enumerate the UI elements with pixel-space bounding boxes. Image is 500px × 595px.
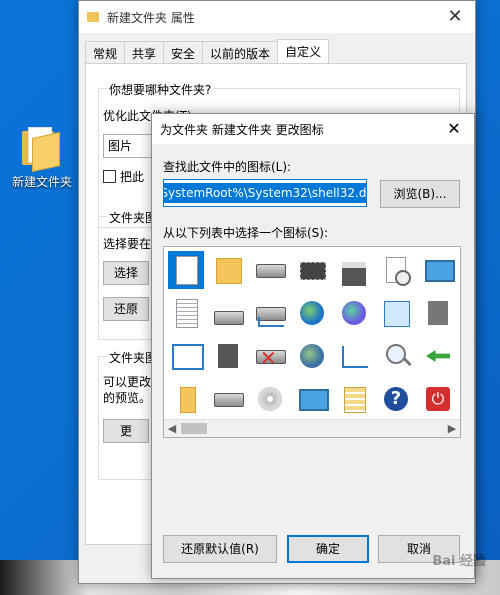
text-document-icon[interactable] bbox=[168, 294, 204, 332]
folder-type-title: 你想要哪种文件夹? bbox=[107, 81, 214, 98]
shortcut-app-icon[interactable] bbox=[420, 294, 456, 332]
removable-drive-icon[interactable] bbox=[252, 251, 288, 289]
network-connections-icon[interactable] bbox=[336, 337, 372, 375]
icons-text-2: 的预览。 bbox=[103, 391, 152, 405]
icon-list[interactable]: ✕ ? ⏻ ◀ ▶ bbox=[163, 246, 461, 438]
pictures-text: 选择要在 bbox=[103, 237, 152, 251]
restore-default-button[interactable]: 还原 bbox=[103, 297, 149, 321]
internet-globe-icon[interactable] bbox=[294, 294, 330, 332]
list-label: 从以下列表中选择一个图标(S): bbox=[163, 226, 329, 240]
folder-icon bbox=[22, 125, 62, 172]
folder-small-icon[interactable] bbox=[168, 380, 204, 418]
memory-chip-icon[interactable] bbox=[294, 251, 330, 289]
green-arrow-drive-icon[interactable] bbox=[420, 337, 456, 375]
change-icon-button[interactable]: 更 bbox=[103, 419, 149, 443]
printer-icon[interactable] bbox=[336, 251, 372, 289]
icon-grid-inner: ✕ ? ⏻ bbox=[168, 251, 460, 423]
ok-button[interactable]: 确定 bbox=[287, 535, 369, 563]
help-question-icon[interactable]: ? bbox=[378, 380, 414, 418]
document-clock-icon[interactable] bbox=[378, 251, 414, 289]
scroll-thumb[interactable] bbox=[181, 423, 207, 434]
control-panel-icon[interactable] bbox=[378, 294, 414, 332]
hard-drive-icon[interactable] bbox=[210, 380, 246, 418]
server-drive-icon[interactable] bbox=[210, 294, 246, 332]
scroll-left-icon[interactable]: ◀ bbox=[164, 421, 180, 436]
restore-default-button[interactable]: 还原默认值(R) bbox=[163, 535, 277, 563]
disconnected-drive-icon[interactable]: ✕ bbox=[252, 337, 288, 375]
scroll-right-icon[interactable]: ▶ bbox=[444, 421, 460, 436]
browse-button[interactable]: 浏览(B)... bbox=[380, 180, 460, 208]
optimize-dropdown[interactable]: 图片 bbox=[103, 134, 153, 158]
tab-customize[interactable]: 自定义 bbox=[277, 39, 330, 65]
check-label: 把此 bbox=[120, 170, 145, 184]
folder-icon[interactable] bbox=[210, 251, 246, 289]
desktop-folder-label: 新建文件夹 bbox=[11, 175, 72, 189]
dialog-title: 为文件夹 新建文件夹 更改图标 bbox=[160, 122, 324, 137]
monitor-display-icon[interactable] bbox=[420, 251, 456, 289]
grid-document-icon[interactable] bbox=[336, 380, 372, 418]
close-icon[interactable]: ✕ bbox=[440, 114, 468, 144]
search-icon[interactable] bbox=[378, 337, 414, 375]
mouse-globe-icon[interactable] bbox=[294, 337, 330, 375]
power-icon[interactable]: ⏻ bbox=[420, 380, 456, 418]
checkbox[interactable] bbox=[103, 170, 116, 183]
apply-subfolders-check[interactable]: 把此 bbox=[103, 168, 144, 185]
properties-titlebar: 新建文件夹 属性 ✕ bbox=[79, 1, 475, 33]
floppy-drive-icon[interactable] bbox=[210, 337, 246, 375]
find-label: 查找此文件中的图标(L): bbox=[163, 160, 292, 174]
icons-text-1: 可以更改 bbox=[103, 375, 152, 389]
computer-icon[interactable] bbox=[294, 380, 330, 418]
window-icon[interactable] bbox=[168, 337, 204, 375]
change-icon-dialog: 为文件夹 新建文件夹 更改图标 ✕ 查找此文件中的图标(L): %SystemR… bbox=[151, 113, 475, 579]
network-globe-icon[interactable] bbox=[336, 294, 372, 332]
desktop-folder[interactable]: 新建文件夹 bbox=[8, 125, 76, 190]
blank-document-icon[interactable] bbox=[168, 251, 204, 289]
close-icon[interactable]: ✕ bbox=[435, 1, 475, 33]
path-value: %SystemRoot%\System32\shell32.dll bbox=[164, 183, 366, 203]
folder-title-icon bbox=[87, 12, 99, 22]
icon-list-scrollbar[interactable]: ◀ ▶ bbox=[164, 419, 460, 437]
properties-title: 新建文件夹 属性 bbox=[107, 10, 195, 25]
icon-file-path-input[interactable]: %SystemRoot%\System32\shell32.dll bbox=[163, 179, 367, 207]
network-drive-icon[interactable] bbox=[252, 294, 288, 332]
change-icon-titlebar: 为文件夹 新建文件夹 更改图标 ✕ bbox=[152, 114, 474, 144]
watermark-logo: Bai 经验 bbox=[432, 554, 486, 569]
cd-drive-icon[interactable] bbox=[252, 380, 288, 418]
choose-file-button[interactable]: 选择 bbox=[103, 261, 149, 285]
